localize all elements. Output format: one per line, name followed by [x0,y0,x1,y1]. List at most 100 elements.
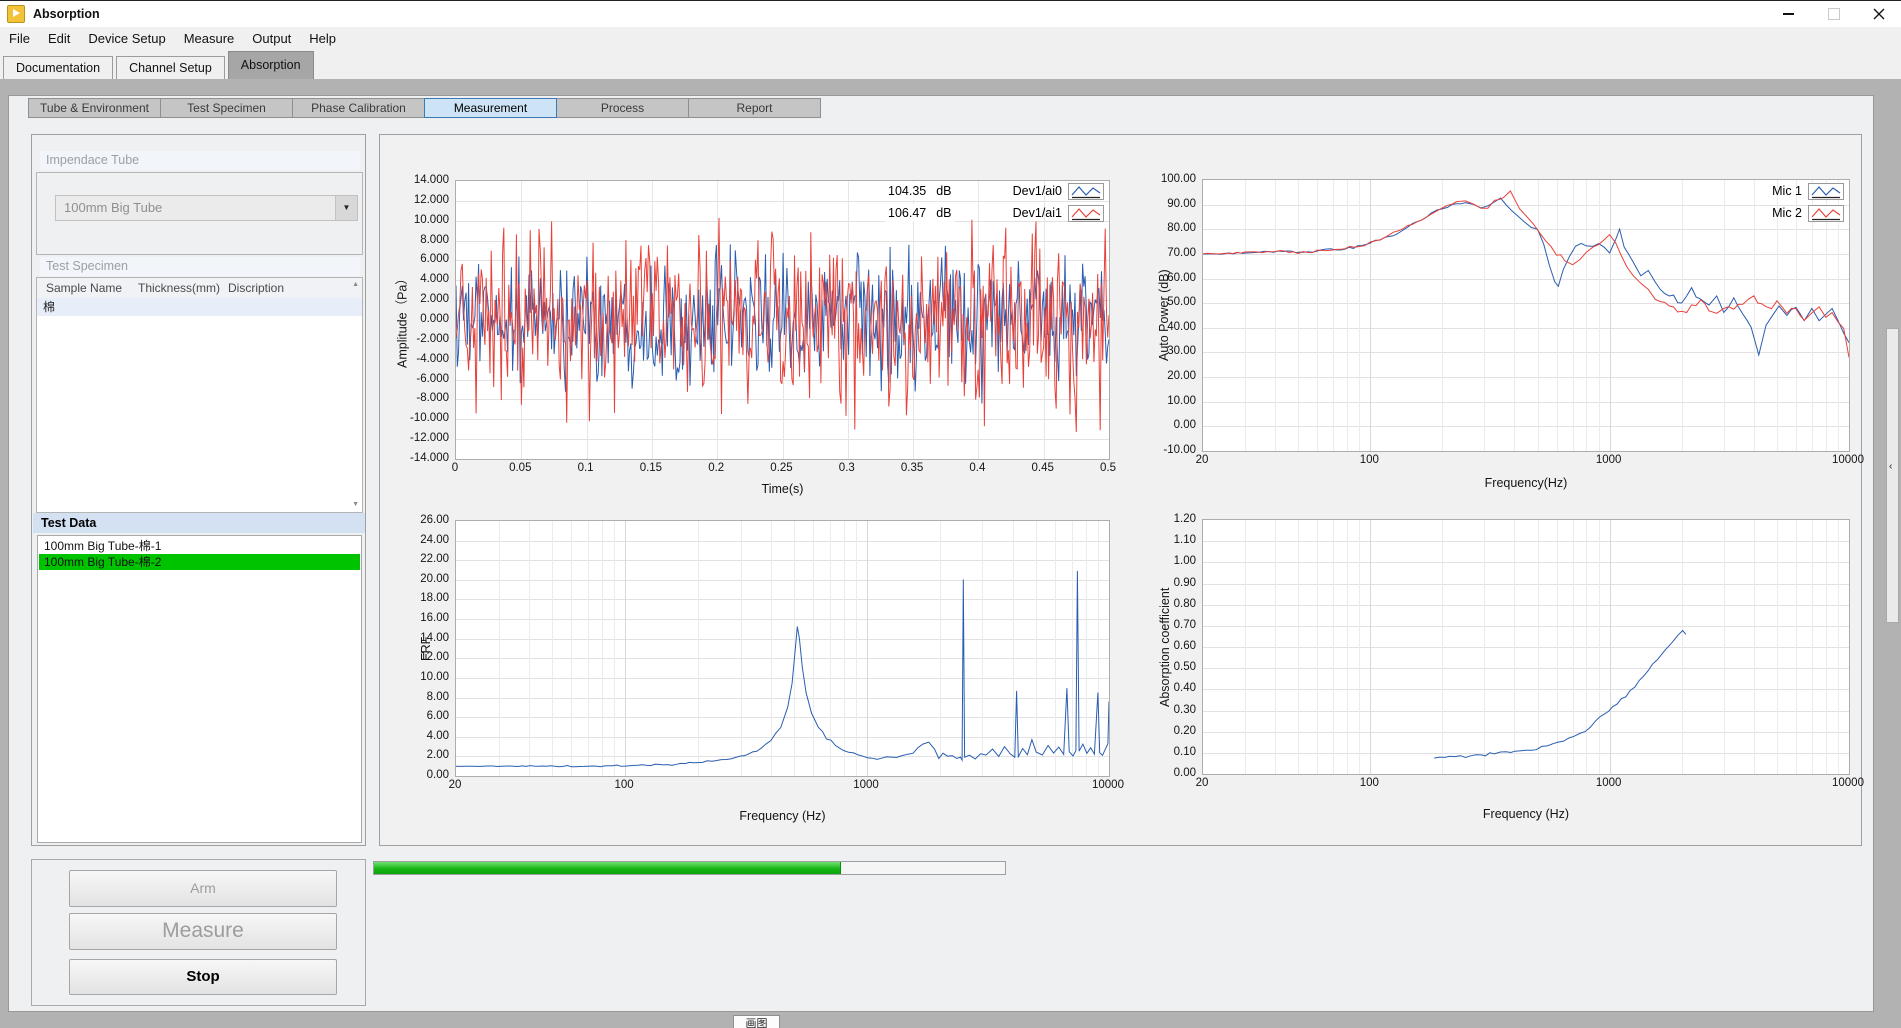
absorption-tab-page: Tube & EnvironmentTest SpecimenPhase Cal… [8,95,1874,1012]
minimize-button[interactable] [1766,1,1811,27]
legend-label: Dev1/ai0 [976,184,1062,198]
maximize-button[interactable] [1811,1,1856,27]
tab-absorption[interactable]: Absorption [228,51,314,79]
menu-item-file[interactable]: File [0,27,39,50]
tab-channel-setup[interactable]: Channel Setup [116,56,225,79]
readout-ch2-unit: dB [936,206,951,220]
y-tick-label: 30.00 [1144,345,1196,357]
x-tick-label: 10000 [1818,454,1878,466]
legend-label: Mic 2 [1716,206,1802,220]
test-data-header: Test Data [33,513,365,533]
legend-item-mic-1[interactable]: Mic 1 [1716,180,1844,202]
y-tick-label: -10.000 [397,412,449,424]
readout-ch1: 104.35dB [885,182,955,200]
arm-button[interactable]: Arm [69,870,337,907]
auto-power-legend: Mic 1 Mic 2 [1716,180,1844,224]
frf-x-axis-title: Frequency (Hz) [455,809,1110,823]
menu-item-edit[interactable]: Edit [39,27,79,50]
y-tick-label: 0.10 [1144,746,1196,758]
x-tick-label: 100 [1339,454,1399,466]
absorption-plot[interactable] [1202,519,1850,775]
x-tick-label: 10000 [1078,779,1138,791]
x-tick-label: 0.15 [621,462,681,474]
test-data-item-selected[interactable]: 100mm Big Tube-棉-2 [39,554,360,570]
y-tick-label: 8.00 [397,691,449,703]
x-tick-label: 0.3 [817,462,877,474]
y-tick-label: 0.000 [397,313,449,325]
subtab-test-specimen[interactable]: Test Specimen [160,98,293,118]
y-tick-label: 0.60 [1144,640,1196,652]
charts-panel: Amplitude（Pa） Auto Power (dB) FRF Absorp… [379,134,1862,846]
y-tick-label: 12.000 [397,194,449,206]
window-controls [1766,1,1901,27]
app-icon [7,5,25,23]
y-tick-label: 50.00 [1144,296,1196,308]
auto-power-y-axis-title: Auto Power (dB) [1156,179,1172,452]
menu-item-measure[interactable]: Measure [175,27,244,50]
subtab-phase-calibration[interactable]: Phase Calibration [292,98,425,118]
y-tick-label: 2.000 [397,293,449,305]
menu-bar: FileEditDevice SetupMeasureOutputHelp [0,27,1901,50]
y-tick-label: 6.000 [397,253,449,265]
measure-buttons-panel: Arm Measure Stop [31,859,366,1006]
frf-plot[interactable] [455,520,1110,777]
tab-documentation[interactable]: Documentation [3,56,113,79]
chevron-left-icon: ‹ [1889,461,1892,472]
menu-item-output[interactable]: Output [243,27,300,50]
y-tick-label: 60.00 [1144,272,1196,284]
y-tick-label: 1.20 [1144,513,1196,525]
test-data-list[interactable]: 100mm Big Tube-棉-1100mm Big Tube-棉-2 [37,535,362,843]
measure-button[interactable]: Measure [69,913,337,950]
y-tick-label: 0.50 [1144,661,1196,673]
collapse-panel-handle[interactable]: ‹ [1886,328,1899,623]
impedance-tube-select[interactable]: 100mm Big Tube ▼ [55,195,358,221]
close-button[interactable] [1856,1,1901,27]
y-tick-label: 1.00 [1144,555,1196,567]
menu-item-device-setup[interactable]: Device Setup [79,27,174,50]
scroll-down-icon[interactable]: ▼ [352,501,359,509]
test-specimen-table[interactable]: Sample NameThickness(mm)Discription 棉 ▲ … [36,277,363,513]
subtab-tube-environment[interactable]: Tube & Environment [28,98,161,118]
y-tick-label: 0.80 [1144,598,1196,610]
sub-tab-strip: Tube & EnvironmentTest SpecimenPhase Cal… [29,98,821,118]
test-data-item[interactable]: 100mm Big Tube-棉-1 [39,538,360,554]
x-tick-label: 0.45 [1013,462,1073,474]
y-tick-label: 10.00 [1144,395,1196,407]
y-tick-label: 14.00 [397,632,449,644]
y-tick-label: 10.000 [397,214,449,226]
column-header-discription: Discription [228,278,284,298]
menu-item-help[interactable]: Help [300,27,345,50]
test-specimen-header: Test Specimen [40,257,360,276]
x-tick-label: 20 [1172,777,1232,789]
legend-item-dev1-ai0[interactable]: Dev1/ai0 [976,180,1104,202]
bottom-tab-draw[interactable]: 画图 [733,1015,780,1028]
legend-item-mic-2[interactable]: Mic 2 [1716,202,1844,224]
x-tick-label: 0.35 [882,462,942,474]
column-header-thickness-mm: Thickness(mm) [138,278,220,298]
legend-item-dev1-ai1[interactable]: Dev1/ai1 [976,202,1104,224]
x-tick-label: 0.2 [686,462,746,474]
y-tick-label: 10.00 [397,671,449,683]
readout-ch2: 106.47dB [885,204,955,222]
y-tick-label: 4.000 [397,273,449,285]
y-tick-label: 70.00 [1144,247,1196,259]
scroll-up-icon[interactable]: ▲ [352,281,359,289]
stop-button[interactable]: Stop [69,959,337,995]
x-tick-label: 0.5 [1078,462,1138,474]
y-tick-label: 100.00 [1144,173,1196,185]
y-tick-label: -2.000 [397,333,449,345]
y-tick-label: 4.00 [397,730,449,742]
readout-ch1-unit: dB [936,184,951,198]
subtab-process[interactable]: Process [556,98,689,118]
subtab-measurement[interactable]: Measurement [424,98,557,118]
y-tick-label: -4.000 [397,353,449,365]
subtab-report[interactable]: Report [688,98,821,118]
specimen-row[interactable]: 棉 [37,298,362,316]
time-waveform-x-axis-title: Time(s) [455,482,1110,496]
app-window: Absorption FileEditDevice SetupMeasureOu… [0,0,1901,1028]
y-tick-label: 80.00 [1144,222,1196,234]
y-tick-label: 12.00 [397,651,449,663]
dropdown-arrow-icon[interactable]: ▼ [335,196,357,220]
maximize-icon [1828,8,1840,20]
legend-line-icon [1808,183,1844,200]
